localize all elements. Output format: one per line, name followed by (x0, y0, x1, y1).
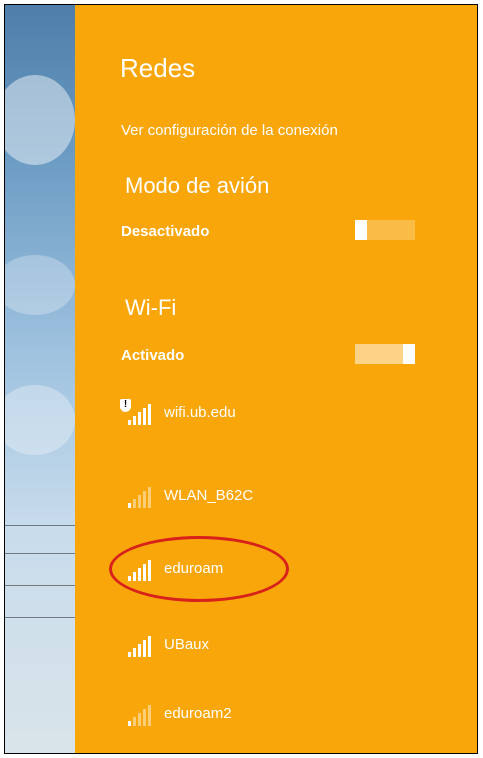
unsecured-warning-icon: ! (120, 399, 131, 412)
screenshot-frame: Redes Ver configuración de la conexión M… (4, 4, 478, 754)
networks-panel: Redes Ver configuración de la conexión M… (75, 5, 477, 753)
network-name: eduroam2 (164, 704, 232, 722)
toggle-fill (355, 344, 403, 364)
network-item-eduroam[interactable]: eduroam (120, 551, 223, 585)
network-name: wifi.ub.edu (164, 403, 236, 421)
desktop-background (5, 5, 75, 753)
wifi-toggle[interactable] (355, 344, 415, 364)
signal-weak-icon (120, 700, 154, 726)
network-item-ubaux[interactable]: UBaux (120, 627, 209, 661)
network-name: WLAN_B62C (164, 486, 254, 504)
signal-weak-icon (120, 482, 154, 508)
signal-full-icon (120, 631, 154, 657)
panel-title: Redes (120, 53, 196, 83)
network-name: eduroam (164, 559, 224, 577)
network-item-wlan-b62c[interactable]: WLAN_B62C (120, 478, 253, 512)
signal-full-icon: ! (120, 399, 154, 425)
wifi-state: Activado (121, 347, 185, 364)
wifi-heading: Wi-Fi (125, 295, 177, 320)
toggle-thumb (403, 344, 415, 364)
network-item-eduroam2[interactable]: eduroam2 (120, 696, 232, 730)
airplane-mode-toggle[interactable] (355, 220, 415, 240)
network-item-wifi-ub-edu[interactable]: ! wifi.ub.edu (120, 395, 236, 429)
network-name: UBaux (164, 635, 210, 653)
connection-settings-link[interactable]: Ver configuración de la conexión (121, 122, 338, 139)
toggle-thumb (355, 220, 367, 240)
airplane-mode-state: Desactivado (121, 223, 210, 240)
airplane-mode-heading: Modo de avión (125, 173, 270, 198)
signal-full-icon (120, 555, 154, 581)
